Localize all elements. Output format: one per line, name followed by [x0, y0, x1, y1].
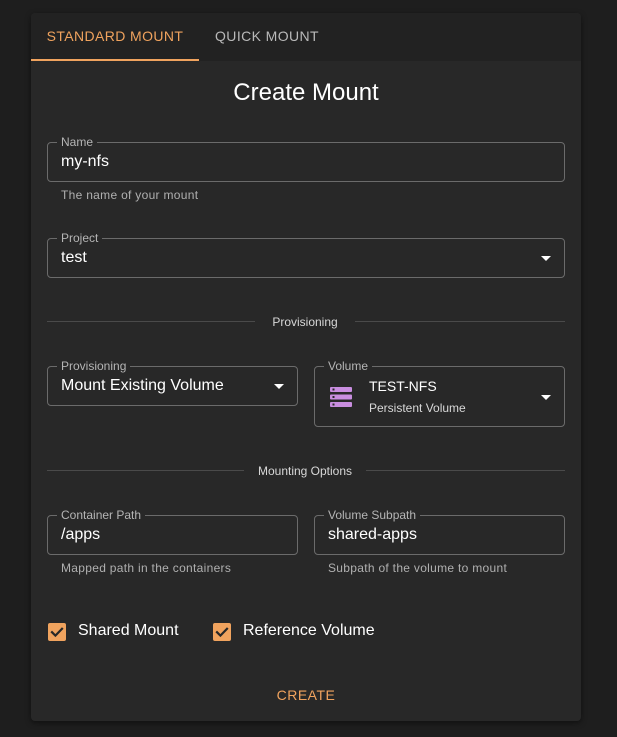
- tab-quick-mount[interactable]: QUICK MOUNT: [199, 13, 335, 61]
- storage-icon: [330, 387, 352, 407]
- create-button[interactable]: CREATE: [261, 677, 351, 713]
- volume-subpath-field[interactable]: Volume Subpath shared-apps: [314, 507, 565, 555]
- reference-volume-checkbox[interactable]: [213, 623, 231, 641]
- mount-type-tabs: STANDARD MOUNT QUICK MOUNT: [31, 13, 581, 61]
- divider-line: [355, 321, 565, 322]
- chevron-down-icon: [274, 384, 284, 389]
- provisioning-select-value: Mount Existing Volume: [61, 377, 224, 394]
- volume-type: Persistent Volume: [369, 401, 466, 415]
- mounting-options-section-label: Mounting Options: [257, 464, 353, 478]
- shared-mount-checkbox[interactable]: [48, 623, 66, 641]
- volume-subpath-label: Volume Subpath: [324, 507, 421, 523]
- provisioning-select[interactable]: Provisioning Mount Existing Volume: [47, 358, 298, 406]
- container-path-label: Container Path: [57, 507, 146, 523]
- container-path-value: /apps: [61, 526, 101, 543]
- project-select-label: Project: [57, 230, 103, 246]
- chevron-down-icon: [541, 395, 551, 400]
- checkmark-icon: [215, 627, 229, 638]
- name-field-label: Name: [57, 134, 98, 150]
- checkmark-icon: [50, 627, 64, 638]
- provisioning-section-label: Provisioning: [272, 315, 338, 329]
- page-title: Create Mount: [233, 79, 379, 106]
- name-field[interactable]: Name my-nfs: [47, 134, 565, 182]
- divider-line: [47, 321, 255, 322]
- volume-subpath-helper-text: Subpath of the volume to mount: [328, 561, 508, 575]
- divider-line: [47, 470, 244, 471]
- chevron-down-icon: [541, 256, 551, 261]
- tab-standard-mount[interactable]: STANDARD MOUNT: [31, 13, 199, 61]
- volume-name: TEST-NFS: [369, 378, 437, 394]
- container-path-helper-text: Mapped path in the containers: [61, 561, 232, 575]
- volume-select[interactable]: Volume TEST-NFS Persistent Volume: [314, 358, 565, 427]
- shared-mount-label[interactable]: Shared Mount: [78, 622, 179, 640]
- provisioning-select-label: Provisioning: [57, 358, 131, 374]
- volume-select-label: Volume: [324, 358, 373, 374]
- create-mount-panel: STANDARD MOUNT QUICK MOUNT Create Mount …: [31, 13, 581, 721]
- name-field-value: my-nfs: [61, 153, 109, 170]
- name-helper-text: The name of your mount: [61, 188, 199, 202]
- project-select[interactable]: Project test: [47, 230, 565, 278]
- reference-volume-label[interactable]: Reference Volume: [243, 622, 375, 640]
- volume-subpath-value: shared-apps: [328, 526, 417, 543]
- divider-line: [366, 470, 565, 471]
- container-path-field[interactable]: Container Path /apps: [47, 507, 298, 555]
- project-select-value: test: [61, 249, 87, 266]
